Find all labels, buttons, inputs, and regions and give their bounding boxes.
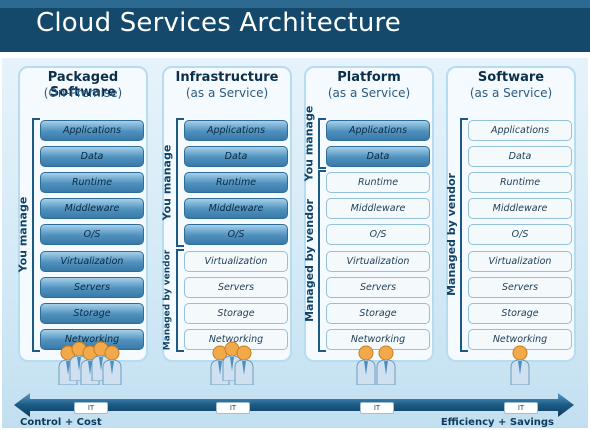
layer-runtime: Runtime: [468, 172, 572, 194]
you-manage-bracket: [176, 118, 184, 248]
layer-virtualization: Virtualization: [468, 250, 572, 272]
column-subtitle: (On-Premise): [43, 86, 123, 100]
layer-applications: Applications: [326, 120, 430, 141]
person-icon: [510, 345, 530, 385]
layer-runtime: Runtime: [326, 172, 430, 194]
layer-data: Data: [468, 146, 572, 168]
person-icon: [234, 345, 254, 385]
layer-data: Data: [40, 146, 144, 168]
vendor-bracket: [176, 248, 184, 352]
layer-servers: Servers: [184, 276, 288, 298]
you-manage-bracket: [32, 118, 40, 352]
footer-left-label: Control + Cost: [20, 417, 102, 428]
it-badge: IT: [74, 402, 108, 414]
person-icon: [102, 345, 122, 385]
layer-os: O/S: [468, 224, 572, 246]
vendor-label-text: Managed by vendor: [162, 249, 172, 351]
vendor-bracket: [460, 118, 468, 352]
vendor-label: Managed by vendor: [300, 170, 318, 352]
column-title: Software: [477, 70, 545, 85]
vendor-label-text: Managed by vendor: [302, 199, 316, 323]
layer-os: O/S: [184, 224, 288, 246]
you-manage-label: You manage: [14, 118, 32, 352]
layer-servers: Servers: [326, 276, 430, 298]
vendor-label: Managed by vendor: [158, 249, 176, 352]
layer-data: Data: [326, 146, 430, 168]
column-title: Platform: [337, 70, 401, 85]
column-subtitle: (as a Service): [327, 86, 411, 100]
layer-os: O/S: [40, 224, 144, 246]
layer-middleware: Middleware: [468, 198, 572, 220]
person-icon: [356, 345, 376, 385]
layer-virtualization: Virtualization: [184, 250, 288, 272]
layer-storage: Storage: [468, 302, 572, 324]
layer-applications: Applications: [468, 120, 572, 141]
footer-right-label: Efficiency + Savings: [440, 417, 554, 428]
column-subtitle: (as a Service): [185, 86, 269, 100]
layer-applications: Applications: [184, 120, 288, 141]
layer-runtime: Runtime: [184, 172, 288, 194]
it-badge: IT: [504, 402, 538, 414]
layer-data: Data: [184, 146, 288, 168]
vendor-label-text: Managed by vendor: [444, 173, 458, 297]
layer-middleware: Middleware: [40, 198, 144, 220]
you-manage-bracket: [318, 118, 326, 170]
layer-applications: Applications: [40, 120, 144, 141]
layer-middleware: Middleware: [184, 198, 288, 220]
layer-storage: Storage: [40, 302, 144, 324]
layer-storage: Storage: [326, 302, 430, 324]
you-manage-label-text: You manage: [160, 144, 174, 221]
page-title: Cloud Services Architecture: [36, 8, 402, 38]
column-subtitle: (as a Service): [469, 86, 553, 100]
you-manage-label-text: You manage: [16, 197, 30, 273]
title-bar: Cloud Services Architecture: [0, 0, 590, 52]
layer-virtualization: Virtualization: [326, 250, 430, 272]
vendor-label: Managed by vendor: [442, 118, 460, 352]
it-badge: IT: [360, 402, 394, 414]
layer-middleware: Middleware: [326, 198, 430, 220]
person-icon: [376, 345, 396, 385]
you-manage-label: You manage: [158, 118, 176, 247]
layer-storage: Storage: [184, 302, 288, 324]
layer-servers: Servers: [468, 276, 572, 298]
you-manage-label: You manage: [300, 106, 318, 182]
it-badge: IT: [216, 402, 250, 414]
layer-runtime: Runtime: [40, 172, 144, 194]
title-bar-highlight: [0, 0, 590, 8]
layer-servers: Servers: [40, 276, 144, 298]
layer-virtualization: Virtualization: [40, 250, 144, 272]
vendor-bracket: [318, 170, 326, 352]
layer-os: O/S: [326, 224, 430, 246]
column-title: Infrastructure: [175, 70, 279, 85]
